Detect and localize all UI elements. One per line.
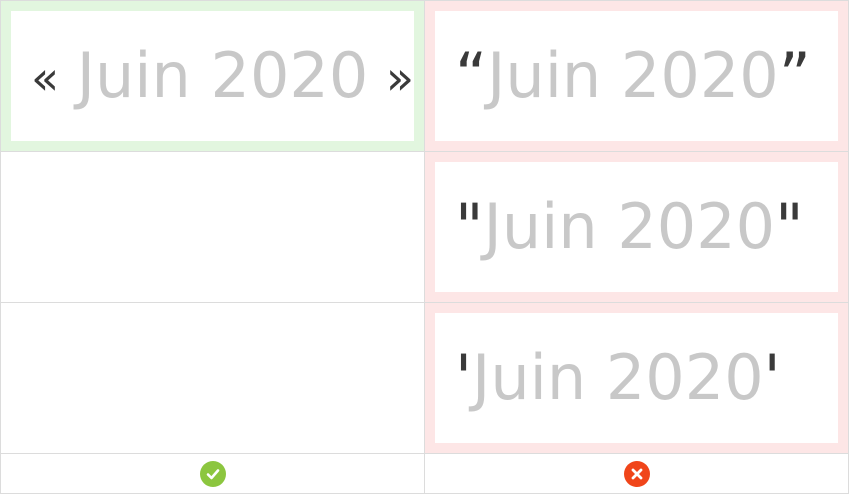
- example-text: Juin 2020: [487, 39, 779, 112]
- incorrect-example-straight-double-quotes: " Juin 2020 ": [425, 152, 848, 302]
- incorrect-example-cell: ' Juin 2020 ': [425, 303, 848, 454]
- open-quote: “: [455, 39, 488, 112]
- incorrect-example-curly-quotes: “Juin 2020”: [425, 1, 848, 151]
- incorrect-example-cell: “Juin 2020”: [425, 1, 848, 152]
- empty-cell: [1, 152, 425, 303]
- close-quote: ': [763, 341, 781, 414]
- correct-status-cell: [1, 454, 425, 493]
- incorrect-example-cell: " Juin 2020 ": [425, 152, 848, 303]
- empty-cell: [1, 303, 425, 454]
- close-quote: ": [775, 190, 804, 263]
- typography-comparison-table: «Juin 2020» “Juin 2020” " Juin 2020 " ' Jui…: [0, 0, 849, 494]
- correct-example: « Juin 2020 »: [1, 1, 424, 151]
- close-guillemet: »: [385, 51, 414, 105]
- open-quote: ": [455, 190, 484, 263]
- open-guillemet: «: [31, 51, 60, 105]
- incorrect-status-cell: [425, 454, 848, 493]
- example-text: Juin 2020: [76, 39, 369, 112]
- close-circle-icon: [623, 460, 650, 487]
- example-text: Juin 2020: [472, 341, 764, 414]
- check-circle-icon: [199, 460, 226, 487]
- correct-example-cell: « Juin 2020 »: [1, 1, 425, 152]
- example-text: Juin 2020: [483, 190, 776, 263]
- incorrect-example-single-quotes: ' Juin 2020 ': [425, 303, 848, 453]
- close-quote: ”: [778, 39, 811, 112]
- open-quote: ': [455, 341, 473, 414]
